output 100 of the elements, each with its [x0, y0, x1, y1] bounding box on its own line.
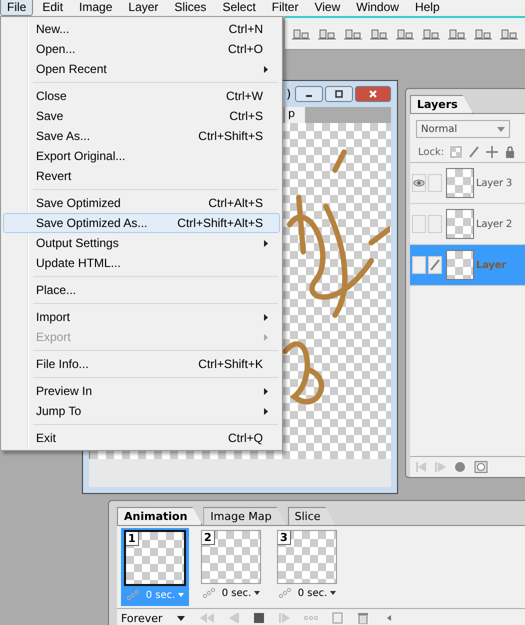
submenu-arrow-icon	[264, 240, 268, 246]
close-icon	[368, 89, 378, 99]
menu-title[interactable]: Edit	[35, 0, 70, 16]
menu-title[interactable]: Layer	[121, 0, 166, 16]
animation-frame[interactable]: 2 0 sec.	[197, 528, 265, 606]
menu-item[interactable]: Preview In	[3, 381, 280, 401]
lock-icon[interactable]	[504, 146, 516, 158]
checker-icon[interactable]	[450, 146, 462, 158]
menu-item-label: Close	[36, 89, 67, 103]
submenu-arrow-icon	[264, 66, 268, 72]
frame-number: 3	[278, 531, 291, 545]
menu-item-label: Save As...	[36, 129, 90, 143]
stop-icon[interactable]	[251, 612, 267, 624]
loop-dropdown[interactable]: Forever	[117, 612, 189, 624]
align-icon[interactable]	[395, 26, 415, 40]
shortcut-label: Ctrl+Alt+S	[208, 196, 263, 210]
brush-icon[interactable]	[468, 146, 480, 158]
close-button[interactable]	[355, 86, 391, 102]
menu-item[interactable]: File Info... Ctrl+Shift+K	[3, 354, 280, 374]
menu-item[interactable]: Close Ctrl+W	[3, 86, 280, 106]
menu-title[interactable]: File	[0, 0, 34, 16]
panel-tab[interactable]: Layers	[410, 95, 473, 113]
menu-title[interactable]: Help	[408, 0, 447, 16]
window-title: )	[286, 87, 291, 101]
panel-tab[interactable]: Animation	[117, 507, 202, 525]
menu-item-label: Revert	[36, 169, 72, 183]
document-tab[interactable]: p	[285, 107, 305, 123]
align-icon[interactable]	[343, 26, 363, 40]
trash-icon[interactable]	[355, 612, 371, 624]
menu-title[interactable]: Image	[72, 0, 120, 16]
layer-name: Layer	[476, 260, 506, 270]
visibility-toggle[interactable]	[412, 256, 426, 274]
panel-tab[interactable]: Image Map	[203, 507, 287, 525]
frame-number: 1	[126, 532, 139, 546]
menu-item[interactable]: Save Optimized As... Ctrl+Shift+Alt+S	[3, 213, 280, 233]
minimize-button[interactable]	[295, 86, 323, 102]
tween-icon	[202, 588, 216, 598]
caret-icon	[177, 616, 185, 620]
menu-item[interactable]: New... Ctrl+N	[3, 19, 280, 39]
align-icon[interactable]	[499, 26, 519, 40]
layer-row[interactable]: Layer 3	[410, 163, 525, 204]
maximize-button[interactable]	[325, 86, 353, 102]
menu-item[interactable]: Open... Ctrl+O	[3, 39, 280, 59]
submenu-arrow-icon	[264, 388, 268, 394]
menu-item[interactable]: Exit Ctrl+Q	[3, 428, 280, 448]
align-icon[interactable]	[317, 26, 337, 40]
layer-row[interactable]: Layer 2	[410, 204, 525, 245]
link-toggle[interactable]	[428, 215, 442, 233]
menu-title[interactable]: Slices	[167, 0, 214, 16]
menu-item[interactable]: Jump To	[3, 401, 280, 421]
frame-delay-dropdown[interactable]: 0 sec.	[298, 588, 336, 598]
menu-title[interactable]: Window	[349, 0, 406, 16]
shortcut-label: Ctrl+Shift+Alt+S	[177, 216, 263, 230]
menu-item[interactable]: Output Settings	[3, 233, 280, 253]
tween-icon	[126, 590, 140, 600]
menu-item[interactable]: Export Original...	[3, 146, 280, 166]
align-icon[interactable]	[473, 26, 493, 40]
shortcut-label: Ctrl+Q	[228, 431, 263, 445]
align-icon[interactable]	[421, 26, 441, 40]
panel-tab[interactable]: Slice	[288, 507, 336, 525]
menu-item[interactable]: Place...	[3, 280, 280, 300]
menu-item-label: Update HTML...	[36, 256, 121, 270]
move-icon[interactable]	[486, 146, 498, 158]
frame-delay-dropdown[interactable]: 0 sec.	[222, 588, 260, 598]
animation-frame[interactable]: 3 0 sec.	[273, 528, 341, 606]
menu-title[interactable]: Filter	[264, 0, 306, 16]
menu-item-label: Jump To	[36, 404, 82, 418]
menu-item[interactable]: Open Recent	[3, 59, 280, 79]
link-toggle[interactable]	[428, 256, 442, 274]
animation-frame[interactable]: 1 0 sec.	[121, 528, 189, 606]
align-icon[interactable]	[447, 26, 467, 40]
menu-item-label: Open...	[36, 42, 76, 56]
lock-label: Lock:	[418, 146, 444, 158]
layer-thumbnail	[446, 250, 474, 280]
menu-item[interactable]: Import	[3, 307, 280, 327]
caret-icon	[497, 126, 505, 132]
menu-item[interactable]: Save Optimized Ctrl+Alt+S	[3, 193, 280, 213]
menu-item[interactable]: Save As... Ctrl+Shift+S	[3, 126, 280, 146]
menu-item-label: Open Recent	[36, 62, 107, 76]
menu-item-label: Save	[36, 109, 64, 123]
layer-name: Layer 3	[476, 178, 512, 188]
layer-thumbnail	[446, 209, 474, 239]
menu-item[interactable]: Update HTML...	[3, 253, 280, 273]
shortcut-label: Ctrl+O	[228, 42, 263, 56]
visibility-toggle[interactable]	[412, 174, 426, 192]
menu-item[interactable]: Revert	[3, 166, 280, 186]
mask-icon[interactable]	[474, 461, 488, 473]
link-toggle[interactable]	[428, 174, 442, 192]
menu-title[interactable]: Select	[215, 0, 263, 16]
menu-title[interactable]: View	[307, 0, 348, 16]
shortcut-label: Ctrl+S	[229, 109, 263, 123]
menu-item[interactable]: Save Ctrl+S	[3, 106, 280, 126]
visibility-toggle[interactable]	[412, 215, 426, 233]
blend-mode-dropdown[interactable]: Normal	[416, 120, 510, 138]
effects-icon[interactable]	[454, 461, 468, 473]
align-icon[interactable]	[291, 26, 311, 40]
menu-item-label: Import	[36, 310, 70, 324]
submenu-arrow-icon	[264, 334, 268, 340]
align-icon[interactable]	[369, 26, 389, 40]
layer-name: Layer 2	[476, 218, 512, 230]
